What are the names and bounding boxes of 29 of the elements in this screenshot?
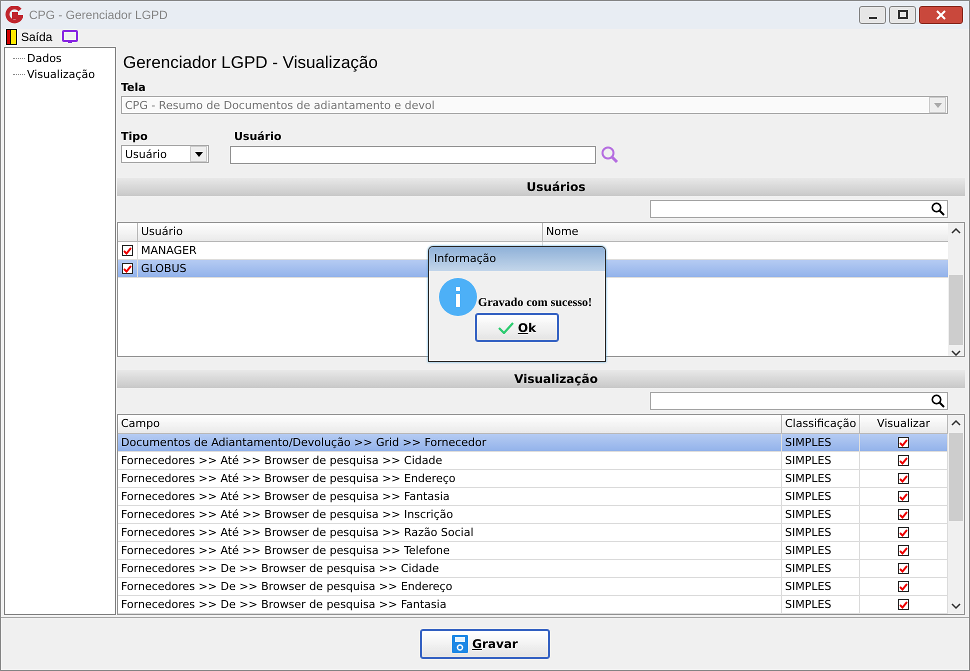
table-cell: Fornecedores >> Até >> Browser de pesquisa >> Telefone: [118, 542, 782, 559]
table-cell: SIMPLES: [782, 524, 860, 541]
dialog-title: Informação: [429, 247, 605, 271]
table-cell: Documentos de Adiantamento/Devolução >> Grid >> Fornecedor: [118, 434, 782, 451]
table-cell: SIMPLES: [782, 542, 860, 559]
table-cell: SIMPLES: [782, 452, 860, 469]
table-cell: SIMPLES: [782, 506, 860, 523]
table-cell: Fornecedores >> Até >> Browser de pesquisa >> Inscrição: [118, 506, 782, 523]
table-cell: Fornecedores >> Até >> Browser de pesquisa >> Fantasia: [118, 488, 782, 505]
table-cell: SIMPLES: [782, 488, 860, 505]
field-label: Usuário: [234, 130, 282, 143]
table-cell: Fornecedores >> De >> Browser de pesquisa >> Cidade: [118, 560, 782, 577]
dialog-message: Gravado com sucesso!: [478, 294, 592, 310]
table-cell: Fornecedores >> Até >> Browser de pesquisa >> Cidade: [118, 452, 782, 469]
table-cell: SIMPLES: [782, 596, 860, 613]
table-cell: Fornecedores >> De >> Browser de pesquisa >> Endereço: [118, 578, 782, 595]
section-header: Visualização: [117, 370, 965, 388]
table-cell: SIMPLES: [782, 578, 860, 595]
field-label: Tela: [121, 81, 147, 94]
page-heading: Gerenciador LGPD - Visualização: [123, 53, 379, 74]
window-title: CPG - Gerenciador LGPD: [29, 8, 168, 22]
table-cell: SIMPLES: [782, 470, 860, 487]
table-cell: SIMPLES: [782, 560, 860, 577]
field-label: Tipo: [121, 130, 149, 143]
table-cell: Fornecedores >> Até >> Browser de pesquisa >> Endereço: [118, 470, 782, 487]
section-header: Usuários: [117, 178, 965, 196]
table-cell: Fornecedores >> Até >> Browser de pesquisa >> Razão Social: [118, 524, 782, 541]
table-cell: SIMPLES: [782, 434, 860, 451]
table-cell: Fornecedores >> De >> Browser de pesquisa >> Fantasia: [118, 596, 782, 613]
